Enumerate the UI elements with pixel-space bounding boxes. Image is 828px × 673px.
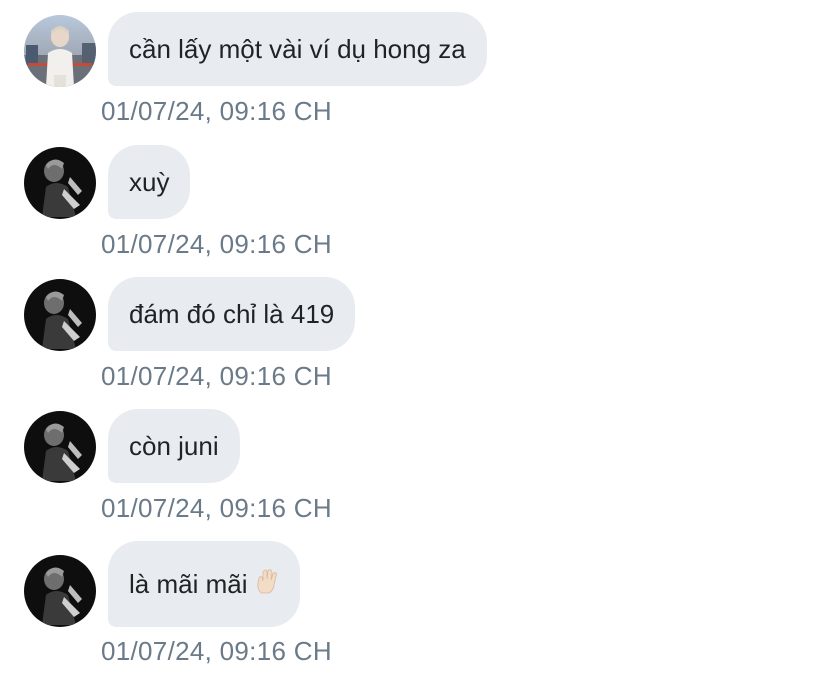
message-text: xuỳ (129, 166, 170, 197)
avatar-photo (24, 555, 96, 627)
message-text: còn juni (129, 430, 219, 461)
avatar-photo (24, 15, 96, 87)
message-timestamp: 01/07/24, 09:16 CH (101, 361, 332, 391)
avatar[interactable] (24, 147, 96, 219)
avatar[interactable] (24, 411, 96, 483)
message-timestamp: 01/07/24, 09:16 CH (101, 636, 332, 666)
message-bubble[interactable]: xuỳ (108, 145, 191, 219)
message-text: đám đó chỉ là 419 (129, 298, 335, 329)
raised-hand-emoji (255, 567, 279, 602)
avatar[interactable] (24, 279, 96, 351)
avatar[interactable] (24, 555, 96, 627)
avatar[interactable] (24, 15, 96, 87)
message-bubble[interactable]: còn juni (108, 409, 240, 483)
message-timestamp: 01/07/24, 09:16 CH (101, 493, 332, 523)
message-bubble[interactable]: là mãi mãi (108, 541, 301, 627)
avatar-photo (24, 147, 96, 219)
message-bubble[interactable]: cần lấy một vài ví dụ hong za (108, 12, 487, 86)
message-timestamp: 01/07/24, 09:16 CH (101, 229, 332, 259)
avatar-photo (24, 279, 96, 351)
message-bubble[interactable]: đám đó chỉ là 419 (108, 277, 356, 351)
message-text: là mãi mãi (129, 568, 248, 599)
message-timestamp: 01/07/24, 09:16 CH (101, 96, 332, 126)
message-text: cần lấy một vài ví dụ hong za (129, 33, 466, 64)
avatar-photo (24, 411, 96, 483)
